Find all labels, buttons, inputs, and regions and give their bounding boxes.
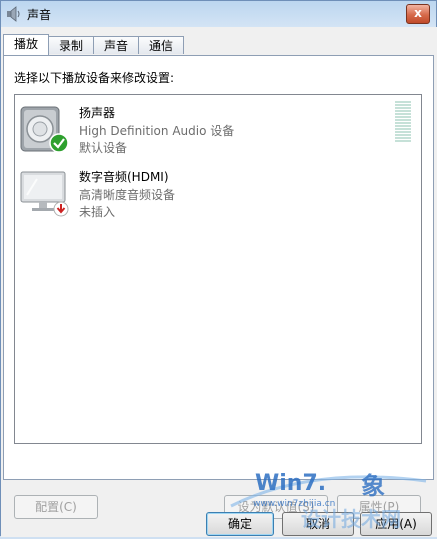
device-item-speakers[interactable]: 扬声器 High Definition Audio 设备 默认设备 — [19, 103, 399, 161]
device-status: 未插入 — [79, 205, 116, 219]
tab-playback[interactable]: 播放 — [3, 34, 49, 55]
device-name: 数字音频(HDMI) — [79, 170, 169, 184]
monitor-icon — [20, 171, 69, 217]
ok-button[interactable]: 确定 — [206, 512, 274, 536]
device-status: 默认设备 — [79, 141, 128, 155]
instruction-text: 选择以下播放设备来修改设置: — [14, 71, 175, 85]
device-list[interactable]: 扬声器 High Definition Audio 设备 默认设备 数字音频(H… — [14, 94, 422, 444]
default-check-icon — [49, 133, 69, 153]
device-name: 扬声器 — [79, 106, 116, 120]
cancel-button[interactable]: 取消 — [282, 512, 354, 536]
configure-button[interactable]: 配置(C) — [14, 495, 98, 519]
playback-panel: 选择以下播放设备来修改设置: 扬声器 High Definition Audio… — [3, 55, 434, 519]
tab-sounds[interactable]: 声音 — [93, 36, 139, 54]
sound-dialog: 声音 x 播放 录制 声音 通信 选择以下播放设备来修改设置: 扬声器 High… — [0, 0, 437, 537]
device-item-hdmi[interactable]: 数字音频(HDMI) 高清晰度音频设备 未插入 — [19, 167, 399, 225]
close-button[interactable]: x — [406, 4, 430, 24]
volume-meter — [395, 101, 411, 143]
device-description: High Definition Audio 设备 — [79, 124, 235, 138]
title-bar[interactable]: 声音 x — [1, 1, 436, 27]
speaker-icon — [7, 6, 20, 22]
tab-recording[interactable]: 录制 — [48, 36, 94, 54]
tab-communications[interactable]: 通信 — [138, 36, 184, 54]
dialog-client: 播放 录制 声音 通信 选择以下播放设备来修改设置: 扬声器 High Defi… — [1, 27, 437, 537]
window-title: 声音 — [27, 8, 52, 22]
device-description: 高清晰度音频设备 — [79, 188, 176, 202]
speaker-icon — [20, 106, 69, 153]
apply-button[interactable]: 应用(A) — [360, 512, 432, 536]
